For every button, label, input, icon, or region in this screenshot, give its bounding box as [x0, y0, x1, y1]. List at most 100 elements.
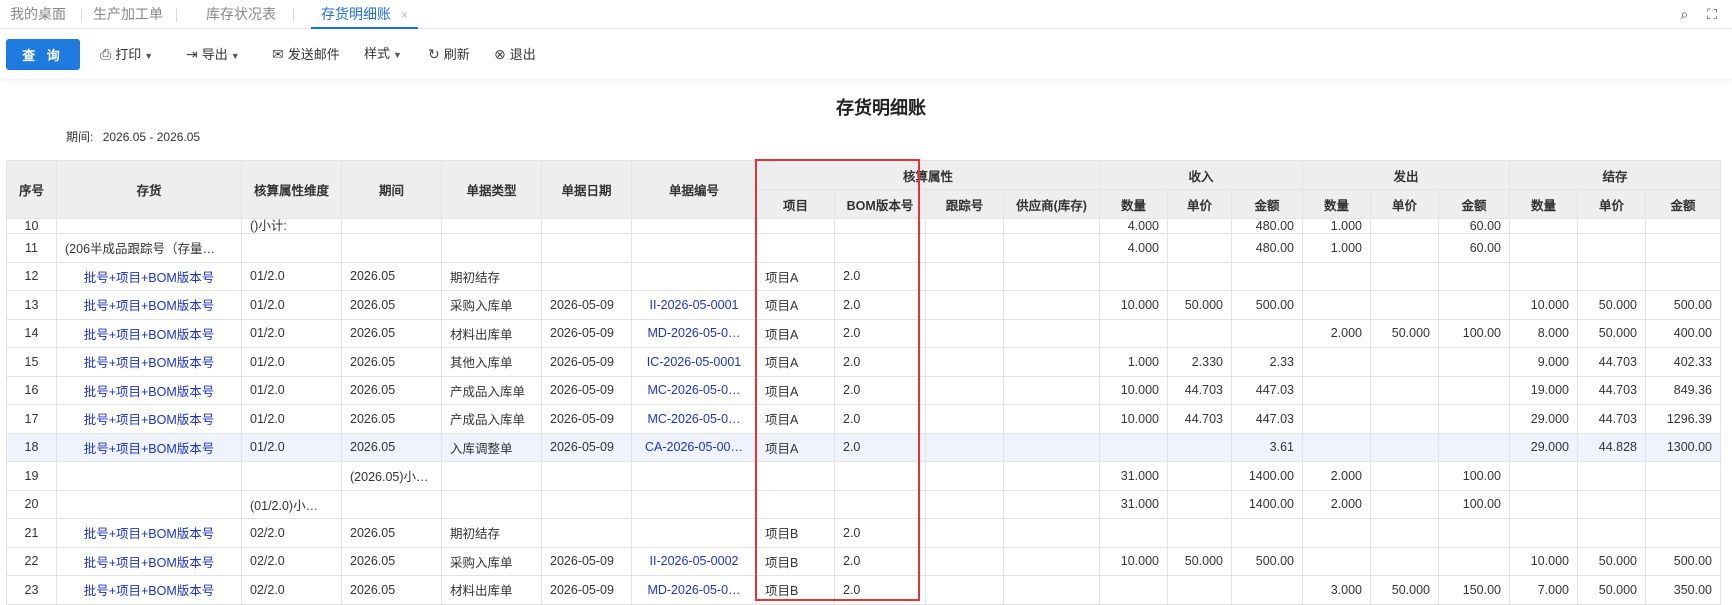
- cell-inventory[interactable]: 批号+项目+BOM版本号: [56, 404, 242, 434]
- cell-doc-date: 2026-05-09: [541, 432, 632, 462]
- cell-doc-type: [441, 489, 542, 519]
- cell-inventory[interactable]: 批号+项目+BOM版本号: [56, 432, 242, 462]
- cell-doc-no[interactable]: CA-2026-05-00…: [631, 432, 757, 462]
- header-doc-type[interactable]: 单据类型: [441, 160, 542, 219]
- header-doc-date[interactable]: 单据日期: [541, 160, 632, 219]
- table-row[interactable]: 18 批号+项目+BOM版本号 01/2.0 2026.05 入库调整单 2026-05-…: [6, 432, 1721, 462]
- table-row[interactable]: 10 ()小计: 4.000 480.00 1.000 60.00: [6, 218, 1721, 234]
- cell-inventory[interactable]: 批号+项目+BOM版本号: [56, 290, 242, 320]
- cell-project: [756, 218, 835, 234]
- cell-balance-qty: [1509, 218, 1578, 234]
- search-icon[interactable]: ⌕: [1672, 0, 1696, 28]
- export-button[interactable]: ⇥ 导出 ▼: [186, 44, 240, 64]
- header-issue-amount[interactable]: 金额: [1438, 189, 1510, 219]
- cell-balance-price: [1577, 233, 1646, 263]
- cell-income-price: 44.703: [1167, 375, 1232, 405]
- cell-acct-dim: (01/2.0)小…: [241, 489, 342, 519]
- tab-inventory-status[interactable]: 库存状况表: [196, 0, 286, 28]
- chevron-down-icon: ▼: [144, 51, 154, 61]
- tab-production-order[interactable]: 生产加工单: [83, 0, 173, 28]
- refresh-button[interactable]: ↻ 刷新: [428, 44, 470, 64]
- header-tracking[interactable]: 跟踪号: [925, 189, 1004, 219]
- cell-project: 项目B: [756, 518, 835, 548]
- cell-doc-type: 采购入库单: [441, 290, 542, 320]
- query-button[interactable]: 查 询: [6, 39, 80, 70]
- table-row[interactable]: 20 (01/2.0)小… 31.000 1400.00 2.000 100.00: [6, 489, 1721, 519]
- cell-doc-date: 2026-05-09: [541, 546, 632, 576]
- cell-income-price: [1167, 432, 1232, 462]
- header-income-amount[interactable]: 金额: [1231, 189, 1303, 219]
- chevron-down-icon: ▼: [230, 51, 240, 61]
- cell-income-qty: 1.000: [1099, 347, 1168, 377]
- table-row[interactable]: 12 批号+项目+BOM版本号 01/2.0 2026.05 期初结存 项目A 2.0: [6, 261, 1721, 291]
- header-seq[interactable]: 序号: [6, 160, 57, 219]
- close-icon[interactable]: ×: [401, 8, 408, 22]
- print-button[interactable]: ⎙ 打印 ▼: [100, 44, 153, 64]
- header-project[interactable]: 项目: [756, 189, 835, 219]
- fullscreen-icon[interactable]: ⛶: [1700, 0, 1724, 28]
- table-row[interactable]: 21 批号+项目+BOM版本号 02/2.0 2026.05 期初结存 项目B 2.0: [6, 518, 1721, 548]
- cell-doc-no[interactable]: MC-2026-05-0…: [631, 404, 757, 434]
- table-row[interactable]: 15 批号+项目+BOM版本号 01/2.0 2026.05 其他入库单 2026-05-…: [6, 347, 1721, 377]
- table-row[interactable]: 16 批号+项目+BOM版本号 01/2.0 2026.05 产成品入库单 2026-05…: [6, 375, 1721, 405]
- tab-label: 存货明细账: [321, 6, 391, 22]
- exit-button[interactable]: ⊗ 退出: [494, 44, 536, 64]
- cell-period: 2026.05: [341, 261, 442, 291]
- header-balance-price[interactable]: 单价: [1577, 189, 1646, 219]
- cell-income-qty: [1099, 432, 1168, 462]
- header-balance-qty[interactable]: 数量: [1509, 189, 1578, 219]
- header-income-price[interactable]: 单价: [1167, 189, 1232, 219]
- table-row[interactable]: 22 批号+项目+BOM版本号 02/2.0 2026.05 采购入库单 2026-05-…: [6, 546, 1721, 576]
- table-row[interactable]: 13 批号+项目+BOM版本号 01/2.0 2026.05 采购入库单 2026-05-…: [6, 290, 1721, 320]
- cell-income-amount: 1400.00: [1231, 489, 1303, 519]
- table-row[interactable]: 14 批号+项目+BOM版本号 01/2.0 2026.05 材料出库单 2026-05-…: [6, 318, 1721, 348]
- tab-bar: 我的桌面 生产加工单 库存状况表 存货明细账 × ⌕ ⛶: [0, 0, 1732, 29]
- cell-doc-no[interactable]: MD-2026-05-0…: [631, 318, 757, 348]
- cell-balance-amount: 400.00: [1645, 318, 1721, 348]
- cell-issue-amount: [1438, 347, 1510, 377]
- cell-inventory[interactable]: 批号+项目+BOM版本号: [56, 261, 242, 291]
- cell-bom: 2.0: [834, 432, 926, 462]
- cell-doc-no[interactable]: II-2026-05-0001: [631, 290, 757, 320]
- cell-balance-amount: 849.36: [1645, 375, 1721, 405]
- tab-desktop[interactable]: 我的桌面: [0, 0, 76, 28]
- cell-doc-no[interactable]: MD-2026-05-0…: [631, 575, 757, 605]
- cell-acct-dim: ()小计:: [241, 218, 342, 234]
- cell-project: 项目A: [756, 404, 835, 434]
- cell-doc-no[interactable]: MC-2026-05-0…: [631, 375, 757, 405]
- style-button[interactable]: 样式 ▼: [364, 44, 402, 64]
- cell-doc-no[interactable]: IC-2026-05-0001: [631, 347, 757, 377]
- cell-issue-price: [1370, 347, 1439, 377]
- cell-issue-amount: [1438, 432, 1510, 462]
- cell-inventory[interactable]: 批号+项目+BOM版本号: [56, 546, 242, 576]
- cell-doc-type: 期初结存: [441, 261, 542, 291]
- header-supplier[interactable]: 供应商(库存): [1003, 189, 1100, 219]
- cell-inventory[interactable]: 批号+项目+BOM版本号: [56, 575, 242, 605]
- header-acct-dim[interactable]: 核算属性维度: [241, 160, 342, 219]
- table-row[interactable]: 19 (2026.05)小… 31.000 1400.00 2.000 100.00: [6, 461, 1721, 491]
- cell-inventory[interactable]: 批号+项目+BOM版本号: [56, 318, 242, 348]
- header-doc-no[interactable]: 单据编号: [631, 160, 757, 219]
- cell-doc-no[interactable]: II-2026-05-0002: [631, 546, 757, 576]
- table-row[interactable]: 23 批号+项目+BOM版本号 02/2.0 2026.05 材料出库单 2026-05-…: [6, 575, 1721, 605]
- tab-inventory-ledger[interactable]: 存货明细账 ×: [311, 0, 419, 29]
- header-issue-price[interactable]: 单价: [1370, 189, 1439, 219]
- header-income-qty[interactable]: 数量: [1099, 189, 1168, 219]
- header-issue-qty[interactable]: 数量: [1302, 189, 1371, 219]
- cell-income-qty: 10.000: [1099, 375, 1168, 405]
- cell-doc-no: [631, 233, 757, 263]
- cell-inventory[interactable]: 批号+项目+BOM版本号: [56, 518, 242, 548]
- header-period[interactable]: 期间: [341, 160, 442, 219]
- cell-seq: 20: [6, 489, 57, 519]
- table-row[interactable]: 17 批号+项目+BOM版本号 01/2.0 2026.05 产成品入库单 2026-05…: [6, 404, 1721, 434]
- table-row[interactable]: 11 (206半成品跟踪号（存量… 4.000 480.00 1.000 60.00: [6, 233, 1721, 263]
- cell-inventory[interactable]: 批号+项目+BOM版本号: [56, 375, 242, 405]
- cell-supplier: [1003, 347, 1100, 377]
- header-balance-amount[interactable]: 金额: [1645, 189, 1721, 219]
- cell-inventory[interactable]: 批号+项目+BOM版本号: [56, 347, 242, 377]
- header-inventory[interactable]: 存货: [56, 160, 242, 219]
- cell-bom: 2.0: [834, 404, 926, 434]
- header-bom[interactable]: BOM版本号: [834, 189, 926, 219]
- cell-project: [756, 489, 835, 519]
- send-mail-button[interactable]: ✉ 发送邮件: [272, 44, 340, 64]
